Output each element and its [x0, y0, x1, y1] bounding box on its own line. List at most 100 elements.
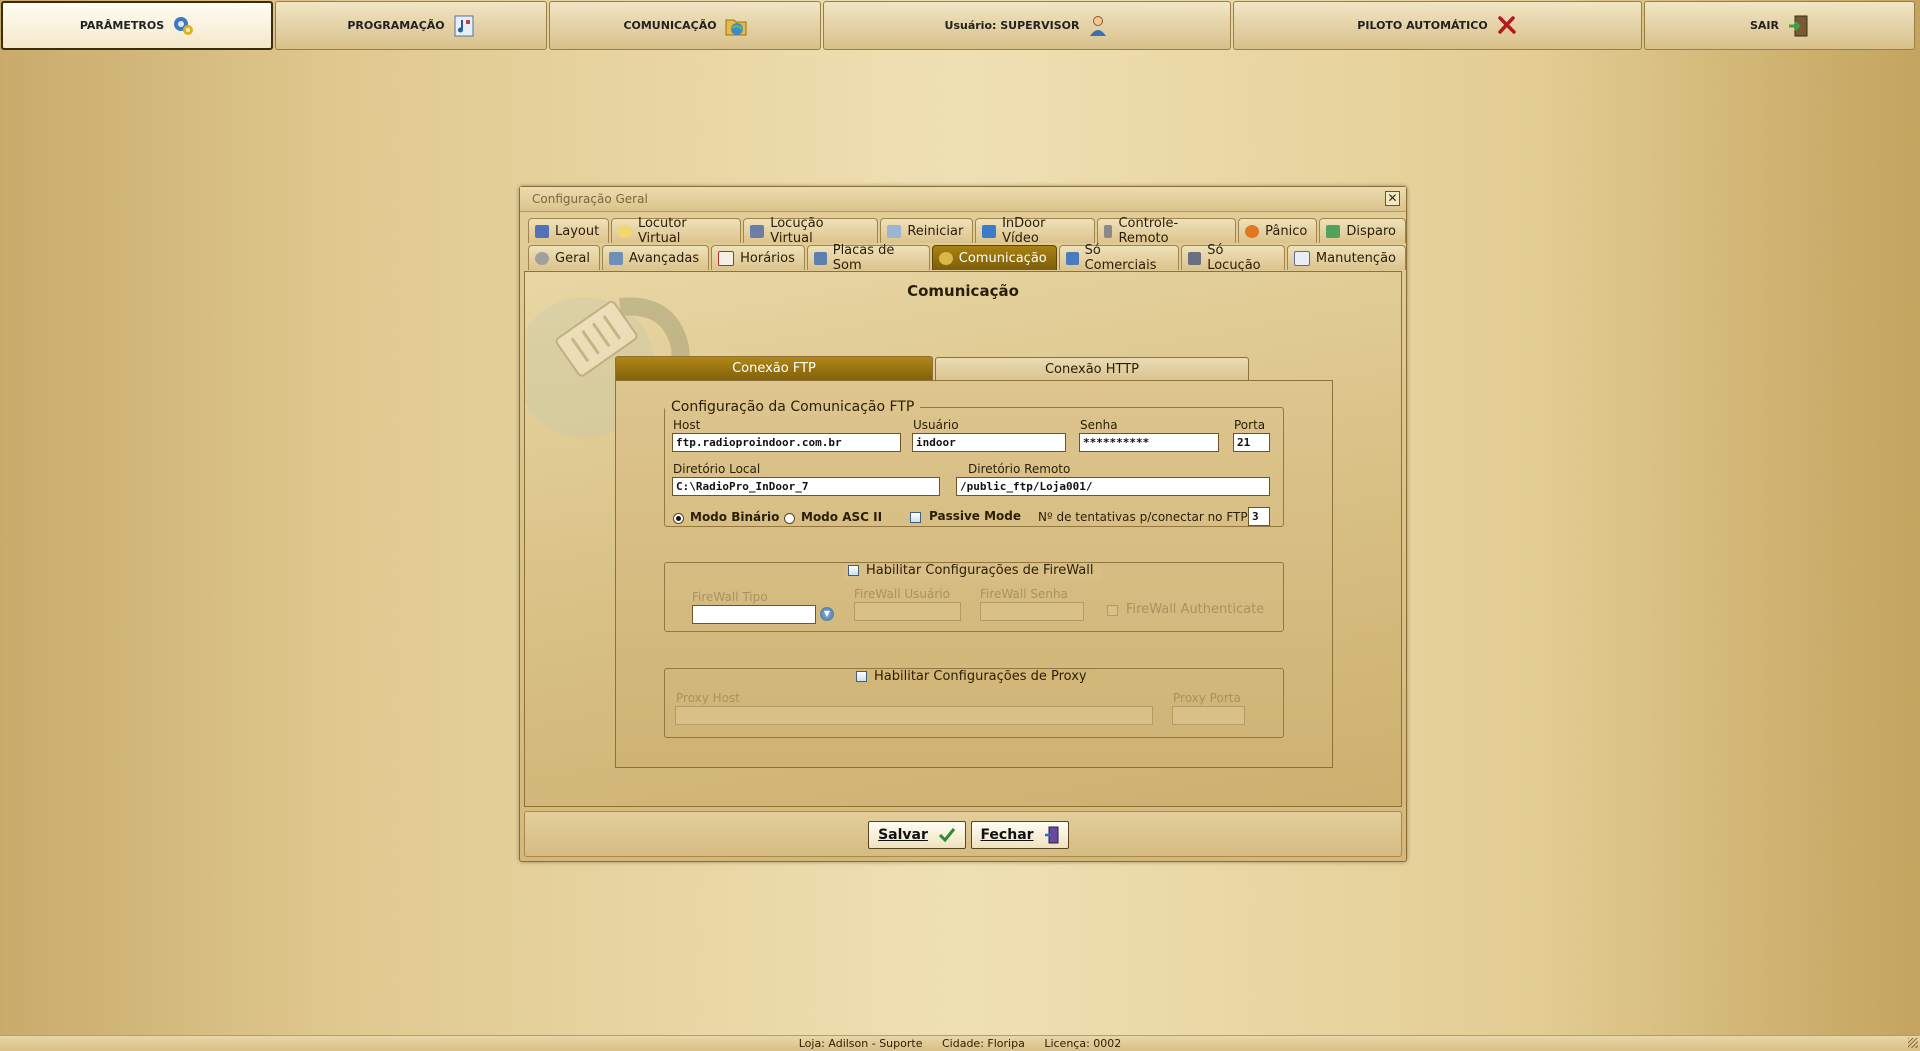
passive-mode-checkbox[interactable] [910, 512, 921, 523]
tab-locutor-virtual[interactable]: Locutor Virtual [611, 216, 742, 246]
diretorio-local-input[interactable]: C:\RadioPro_InDoor_7 [672, 477, 940, 496]
tab-label: Geral [555, 250, 590, 266]
ftp-group-legend: Configuração da Comunicação FTP [671, 399, 915, 415]
tab-horarios[interactable]: Horários [711, 245, 805, 270]
piloto-automatico-button[interactable]: PILOTO AUTOMÁTICO [1233, 1, 1642, 50]
tab-comunicacao[interactable]: Comunicação [931, 245, 1057, 270]
status-loja: Loja: Adilson - Suporte [798, 1037, 923, 1050]
modo-binario-radio[interactable] [673, 513, 684, 524]
trigger-icon [1326, 224, 1341, 238]
checkmark-icon [938, 828, 956, 843]
programacao-label: PROGRAMAÇÃO [347, 19, 445, 32]
tentativas-label: Nº de tentativas p/conectar no FTP: [1038, 510, 1252, 524]
tab-avancadas[interactable]: Avançadas [602, 245, 710, 270]
advanced-settings-icon [609, 251, 623, 265]
firewall-tipo-select[interactable] [692, 605, 816, 624]
close-label: Fechar [980, 827, 1034, 843]
tab-label: Só Comerciais [1084, 243, 1157, 273]
dialog-titlebar: Configuração Geral ✕ [520, 187, 1406, 212]
tab-label: Só Locução [1207, 243, 1261, 273]
exit-door-icon [1787, 15, 1809, 37]
save-button[interactable]: Salvar [868, 821, 966, 849]
proxy-porta-input[interactable] [1172, 706, 1245, 725]
parametros-label: PARÂMETROS [79, 19, 165, 32]
tentativas-input[interactable]: 3 [1248, 507, 1270, 526]
tab-indoor-video[interactable]: InDoor Vídeo [975, 216, 1095, 246]
comunicacao-page: Comunicação Conexão FTP Conexão HTTP Con… [524, 271, 1402, 807]
tab-label: Reiniciar [907, 223, 964, 239]
firewall-usuario-label: FireWall Usuário [854, 587, 950, 601]
close-icon[interactable]: ✕ [1385, 191, 1400, 206]
sound-card-icon [813, 251, 827, 265]
proxy-host-label: Proxy Host [676, 691, 741, 705]
parametros-button[interactable]: PARÂMETROS [1, 1, 273, 50]
alarm-icon [1245, 224, 1260, 238]
piloto-label: PILOTO AUTOMÁTICO [1357, 19, 1488, 32]
tab-panico[interactable]: Pânico [1238, 218, 1318, 243]
firewall-senha-label: FireWall Senha [980, 587, 1068, 601]
usuario-input[interactable]: indoor [912, 433, 1066, 452]
firewall-authenticate-label: FireWall Authenticate [1126, 602, 1265, 617]
usuario-label: Usuário [913, 418, 959, 432]
tab-so-comerciais[interactable]: Só Comerciais [1058, 243, 1180, 273]
firewall-enable-label: Habilitar Configurações de FireWall [866, 563, 1094, 578]
ftp-panel: Configuração da Comunicação FTP Host ftp… [615, 380, 1333, 768]
firewall-enable-checkbox[interactable] [848, 565, 859, 576]
dialog-footer: Salvar Fechar [524, 811, 1402, 857]
proxy-host-input[interactable] [675, 706, 1153, 725]
tab-label: Controle-Remoto [1118, 216, 1179, 246]
monitor-icon [982, 224, 997, 238]
main-toolbar: PARÂMETROS PROGRAMAÇÃO COMUNICAÇÃO Usuár… [0, 0, 1920, 53]
tab-label: Horários [740, 250, 795, 266]
status-licenca: Licença: 0002 [1044, 1037, 1122, 1050]
commercials-icon [1065, 251, 1079, 265]
tab-conexao-ftp[interactable]: Conexão FTP [615, 356, 933, 381]
modo-ascii-radio[interactable] [784, 513, 795, 524]
modo-ascii-label: Modo ASC II [801, 510, 883, 524]
host-input[interactable]: ftp.radioproindoor.com.br [672, 433, 901, 452]
firewall-authenticate-checkbox[interactable] [1107, 605, 1118, 616]
firewall-senha-input[interactable] [980, 602, 1084, 621]
proxy-enable-label: Habilitar Configurações de Proxy [874, 669, 1087, 684]
usuario-button[interactable]: Usuário: SUPERVISOR [823, 1, 1231, 50]
tab-label: Placas de Som [832, 243, 895, 273]
music-document-icon [453, 15, 475, 37]
tab-layout[interactable]: Layout [528, 218, 610, 243]
restart-icon [887, 224, 902, 238]
tab-controle-remoto[interactable]: Controle-Remoto [1096, 216, 1237, 246]
speech-bubble-icon [618, 224, 632, 238]
comunicacao-label: COMUNICAÇÃO [623, 19, 717, 32]
tab-geral[interactable]: Geral [528, 245, 600, 270]
diretorio-remoto-label: Diretório Remoto [968, 462, 1071, 476]
programacao-button[interactable]: PROGRAMAÇÃO [275, 1, 547, 50]
globe-folder-icon [725, 15, 747, 37]
diretorio-local-label: Diretório Local [673, 462, 761, 476]
tab-so-locucao[interactable]: Só Locução [1181, 243, 1285, 273]
porta-input[interactable]: 21 [1233, 433, 1270, 452]
firewall-usuario-input[interactable] [854, 602, 961, 621]
tab-manutencao[interactable]: Manutenção [1286, 245, 1406, 270]
sair-label: SAIR [1750, 19, 1779, 32]
tab-conexao-http[interactable]: Conexão HTTP [935, 357, 1249, 382]
close-button[interactable]: Fechar [971, 821, 1069, 849]
comunicacao-button[interactable]: COMUNICAÇÃO [549, 1, 821, 50]
porta-label: Porta [1234, 418, 1266, 432]
remote-control-icon [1103, 224, 1113, 238]
tab-label: Avançadas [629, 250, 700, 266]
user-icon [1087, 15, 1109, 37]
tab-disparo[interactable]: Disparo [1319, 218, 1406, 243]
proxy-enable-checkbox[interactable] [856, 671, 867, 682]
senha-input[interactable]: ********** [1079, 433, 1219, 452]
tab-label: InDoor Vídeo [1002, 216, 1046, 246]
chevron-down-icon[interactable]: ▼ [820, 607, 834, 621]
senha-label: Senha [1080, 418, 1118, 432]
sair-button[interactable]: SAIR [1644, 1, 1915, 50]
tab-label: Manutenção [1315, 250, 1396, 266]
diretorio-remoto-input[interactable]: /public_ftp/Loja001/ [956, 477, 1270, 496]
tab-placas-de-som[interactable]: Placas de Som [806, 243, 930, 273]
tab-locucao-virtual[interactable]: Locução Virtual [743, 216, 879, 246]
tab-row-2: Geral Avançadas Horários Placas de Som C… [528, 243, 1406, 273]
tab-reiniciar[interactable]: Reiniciar [880, 218, 974, 243]
resize-grip-icon[interactable] [1908, 1038, 1918, 1048]
exit-door-icon [1044, 826, 1059, 844]
